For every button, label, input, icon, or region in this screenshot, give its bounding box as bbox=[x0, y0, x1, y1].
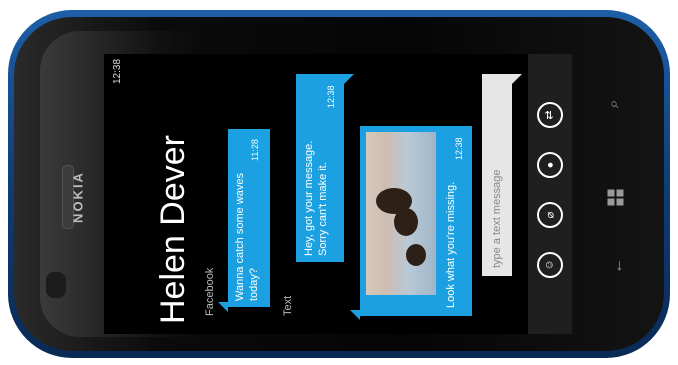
status-clock: 12:38 bbox=[112, 58, 123, 84]
message-bubble-sent[interactable]: Hey, got your message. Sorry can't make … bbox=[296, 74, 344, 262]
page-title: Helen Dever bbox=[154, 135, 192, 324]
phone-screen: 12:38 Helen Dever Facebook Wanna catch s… bbox=[104, 54, 572, 334]
message-input[interactable]: type a text message bbox=[482, 74, 512, 276]
bubble-tail bbox=[350, 310, 360, 320]
bubble-tail bbox=[344, 74, 354, 84]
channel-label-text: Text bbox=[282, 295, 294, 316]
message-input-placeholder: type a text message bbox=[491, 169, 503, 268]
photo-subject bbox=[406, 244, 426, 266]
message-text-line: Wanna catch some waves bbox=[234, 173, 246, 301]
message-photo[interactable] bbox=[366, 132, 436, 295]
message-text-line: Look what you're missing. bbox=[445, 181, 457, 308]
attach-icon[interactable]: ⌀ bbox=[537, 202, 563, 228]
message-text-line: Hey, got your message. bbox=[303, 140, 315, 256]
smiley-icon[interactable]: ☺ bbox=[537, 252, 563, 278]
channel-label-facebook: Facebook bbox=[204, 267, 216, 316]
brand-logo: NOKIA bbox=[70, 171, 86, 223]
photo-subject bbox=[394, 208, 418, 236]
message-time: 12:38 bbox=[326, 85, 336, 108]
input-tail bbox=[512, 74, 522, 84]
front-camera bbox=[46, 272, 66, 298]
windows-logo-icon[interactable] bbox=[607, 189, 629, 206]
message-text-line: Sorry can't make it. bbox=[317, 162, 329, 256]
back-arrow-icon[interactable]: ← bbox=[609, 258, 627, 274]
message-bubble-photo[interactable]: Look what you're missing. 12:38 bbox=[360, 126, 472, 316]
microphone-icon[interactable]: ● bbox=[537, 152, 563, 178]
bubble-tail bbox=[218, 302, 228, 312]
search-icon[interactable]: ⌕ bbox=[605, 100, 623, 109]
message-text-line: today? bbox=[248, 267, 260, 301]
message-bubble[interactable]: Wanna catch some waves today? 11:28 bbox=[228, 129, 270, 307]
switch-icon[interactable]: ⇄ bbox=[537, 102, 563, 128]
app-bar: ⇄ ● ⌀ ☺ bbox=[528, 54, 572, 334]
message-time: 11:28 bbox=[250, 139, 260, 161]
message-time: 12:38 bbox=[454, 137, 464, 160]
